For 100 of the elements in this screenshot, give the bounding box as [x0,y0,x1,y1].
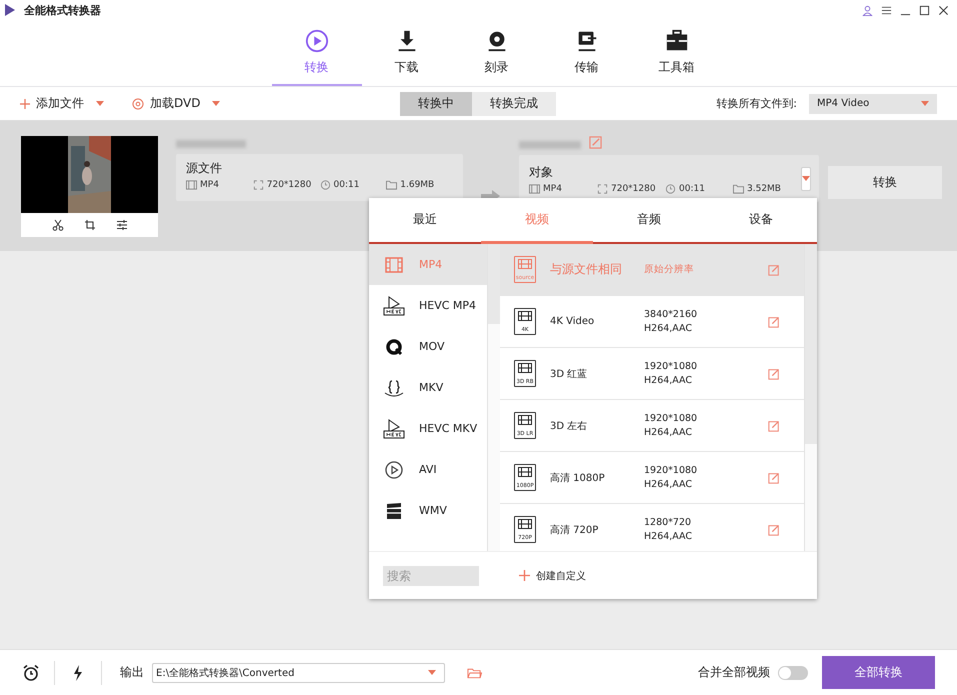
preset-codec: H264,AAC [644,531,694,542]
nav-tab[interactable]: 刻录 [452,20,542,86]
format-item[interactable]: WMV [369,490,487,531]
format-item[interactable]: MKV [369,367,487,408]
convert-button[interactable]: 转换 [828,166,942,199]
resolution-icon [597,184,608,194]
close-icon[interactable] [938,4,949,16]
output-label: 输出 [120,664,144,681]
duration-text: 00:11 [679,184,705,194]
merge-toggle[interactable] [778,666,808,680]
size-text: 3.52MB [747,184,781,194]
menu-icon[interactable] [881,4,892,16]
crop-icon[interactable] [84,219,96,231]
logo-icon [4,3,16,17]
preset-name: 高清 1080P [550,472,606,484]
plus-icon [519,570,530,581]
format-tab[interactable]: 音频 [593,198,705,244]
braces-icon [383,378,405,398]
hevc-icon [383,296,405,316]
preset-name: 与源文件相同 [550,261,623,278]
film-icon [529,184,540,194]
format-text: MP4 [543,184,562,194]
resolution-text: 720*1280 [611,184,656,194]
nav-tab[interactable]: 传输 [542,20,632,86]
scissors-icon[interactable] [52,219,64,231]
preset-resolution: 1920*1080 [644,413,698,424]
preset-name: 3D 红蓝 [550,368,588,380]
format-tab[interactable]: 设备 [705,198,817,244]
play-circle-icon [383,460,405,480]
format-dropdown-button[interactable] [801,166,811,190]
film-icon [186,180,197,190]
sliders-icon[interactable] [116,219,128,231]
nav-tab[interactable]: 工具箱 [632,20,722,86]
status-tab[interactable]: 转换完成 [472,92,556,116]
plus-icon [20,98,30,108]
edit-icon[interactable] [768,368,780,380]
scrollbar[interactable] [804,244,817,551]
preset-resolution: 3840*2160 [644,309,698,320]
status-tab[interactable]: 转换中 [400,92,472,116]
load-dvd-button[interactable]: 加载DVD [132,95,220,112]
scrollbar-thumb[interactable] [805,244,817,444]
caret-icon [921,101,929,106]
format-item[interactable]: AVI [369,449,487,490]
scrollbar[interactable] [487,244,500,551]
preset-name: 4K Video [550,316,596,327]
merge-label: 合并全部视频 [698,664,770,681]
convert-all-button[interactable]: 全部转换 [822,656,935,689]
format-item[interactable]: HEVC MP4 [369,285,487,326]
edit-icon[interactable] [768,524,780,536]
caret-icon [802,176,810,181]
caret-icon [96,101,104,106]
format-item[interactable]: HEVC MKV [369,408,487,449]
user-icon[interactable] [862,4,873,16]
hevc-icon [383,418,405,438]
convert-all-label: 转换所有文件到: [716,96,797,111]
edit-icon[interactable] [768,472,780,484]
format-tab[interactable]: 最近 [369,198,481,244]
preset-codec: H264,AAC [644,375,694,386]
nav-tab[interactable]: 下载 [362,20,452,86]
preset-resolution: 1920*1080 [644,361,698,372]
film-icon [383,254,405,274]
disc-icon [132,98,144,110]
clock-icon [320,180,330,190]
resolution-icon [252,180,264,190]
edit-icon[interactable] [768,316,780,328]
folder-icon[interactable] [467,666,482,678]
caret-icon [212,101,220,106]
preset-name: 高清 720P [550,524,600,536]
convert-icon [304,28,328,52]
edit-icon[interactable] [768,420,780,432]
toolbox-icon [664,28,688,52]
search-field[interactable]: 搜索 [383,566,479,586]
format-item[interactable]: MOV [369,326,487,367]
preset-resolution: 1280*720 [644,517,692,528]
edit-icon[interactable] [768,264,780,276]
format-select[interactable]: MP4 Video [809,94,937,114]
preset-resolution: 原始分辨率 [644,263,695,276]
duration-text: 00:11 [334,180,360,190]
preset-resolution: 1920*1080 [644,465,698,476]
add-file-button[interactable]: 添加文件 [20,95,104,112]
edit-icon[interactable] [589,136,602,149]
clock-icon [665,184,676,194]
blurred-filename [519,140,581,148]
maximize-icon[interactable] [919,4,930,16]
folder-icon [733,184,744,194]
preset-name: 3D 左右 [550,420,588,432]
format-text: MP4 [200,180,219,190]
size-text: 1.69MB [400,180,434,190]
folder-icon [386,180,398,190]
scrollbar-thumb[interactable] [488,244,500,324]
source-label: 源文件 [186,160,223,177]
output-path-select[interactable]: E:\全能格式转换器\Converted [152,662,445,682]
blurred-filename [176,140,246,148]
resolution-text: 720*1280 [266,180,312,190]
nav-tab[interactable]: 转换 [272,20,362,86]
preset-codec: H264,AAC [644,323,694,334]
create-custom-button[interactable]: 创建自定义 [519,568,586,582]
caret-icon [428,670,436,675]
alarm-clock-icon[interactable] [22,664,40,682]
target-label: 对象 [529,164,554,180]
